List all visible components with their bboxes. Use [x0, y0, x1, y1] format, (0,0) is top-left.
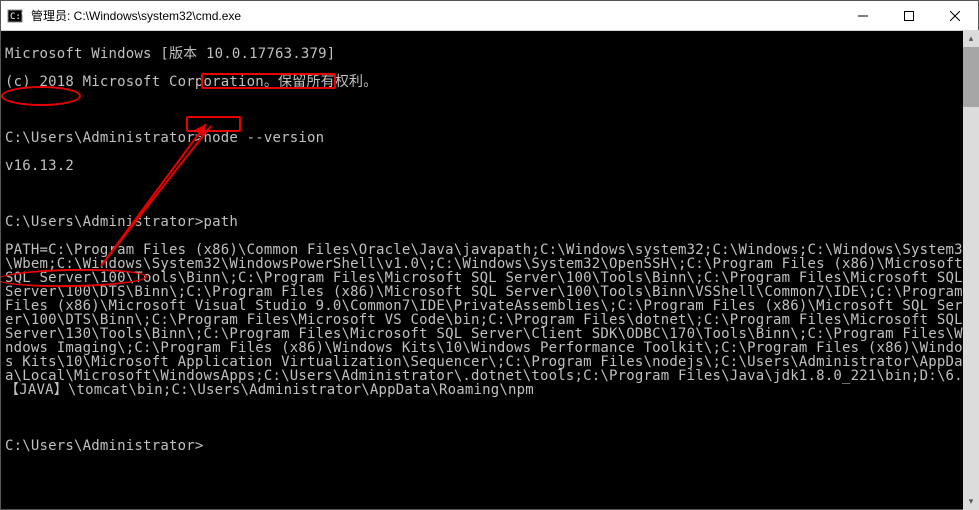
command-2: path	[203, 214, 238, 230]
scroll-up-button[interactable]: ▴	[963, 30, 979, 47]
window-title: 管理员: C:\Windows\system32\cmd.exe	[29, 7, 840, 24]
window-controls	[840, 1, 978, 30]
prompt-line-3: C:\Users\Administrator>	[5, 439, 974, 453]
path-output: PATH=C:\Program Files (x86)\Common Files…	[5, 243, 974, 397]
cmd-window: C:\ 管理员: C:\Windows\system32\cmd.exe Mic…	[0, 0, 979, 510]
prompt-3: C:\Users\Administrator>	[5, 438, 203, 454]
cmd-icon: C:\	[7, 8, 23, 24]
prompt-1: C:\Users\Administrator>	[5, 130, 203, 146]
titlebar[interactable]: C:\ 管理员: C:\Windows\system32\cmd.exe	[1, 1, 978, 31]
prompt-2: C:\Users\Administrator>	[5, 214, 203, 230]
command-1: node --version	[203, 130, 324, 146]
scroll-thumb[interactable]	[963, 47, 979, 107]
minimize-button[interactable]	[840, 1, 886, 30]
blank-line	[5, 187, 974, 201]
scrollbar[interactable]: ▴ ▾	[963, 30, 979, 510]
copyright-line: (c) 2018 Microsoft Corporation。保留所有权利。	[5, 75, 974, 89]
prompt-line-1: C:\Users\Administrator>node --version	[5, 131, 974, 145]
close-button[interactable]	[932, 1, 978, 30]
blank-line	[5, 411, 974, 425]
terminal-output[interactable]: Microsoft Windows [版本 10.0.17763.379] (c…	[1, 31, 978, 509]
scroll-down-button[interactable]: ▾	[963, 493, 979, 510]
svg-text:C:\: C:\	[10, 12, 23, 22]
prompt-line-2: C:\Users\Administrator>path	[5, 215, 974, 229]
maximize-button[interactable]	[886, 1, 932, 30]
version-line: Microsoft Windows [版本 10.0.17763.379]	[5, 47, 974, 61]
blank-line	[5, 103, 974, 117]
output-1: v16.13.2	[5, 159, 974, 173]
